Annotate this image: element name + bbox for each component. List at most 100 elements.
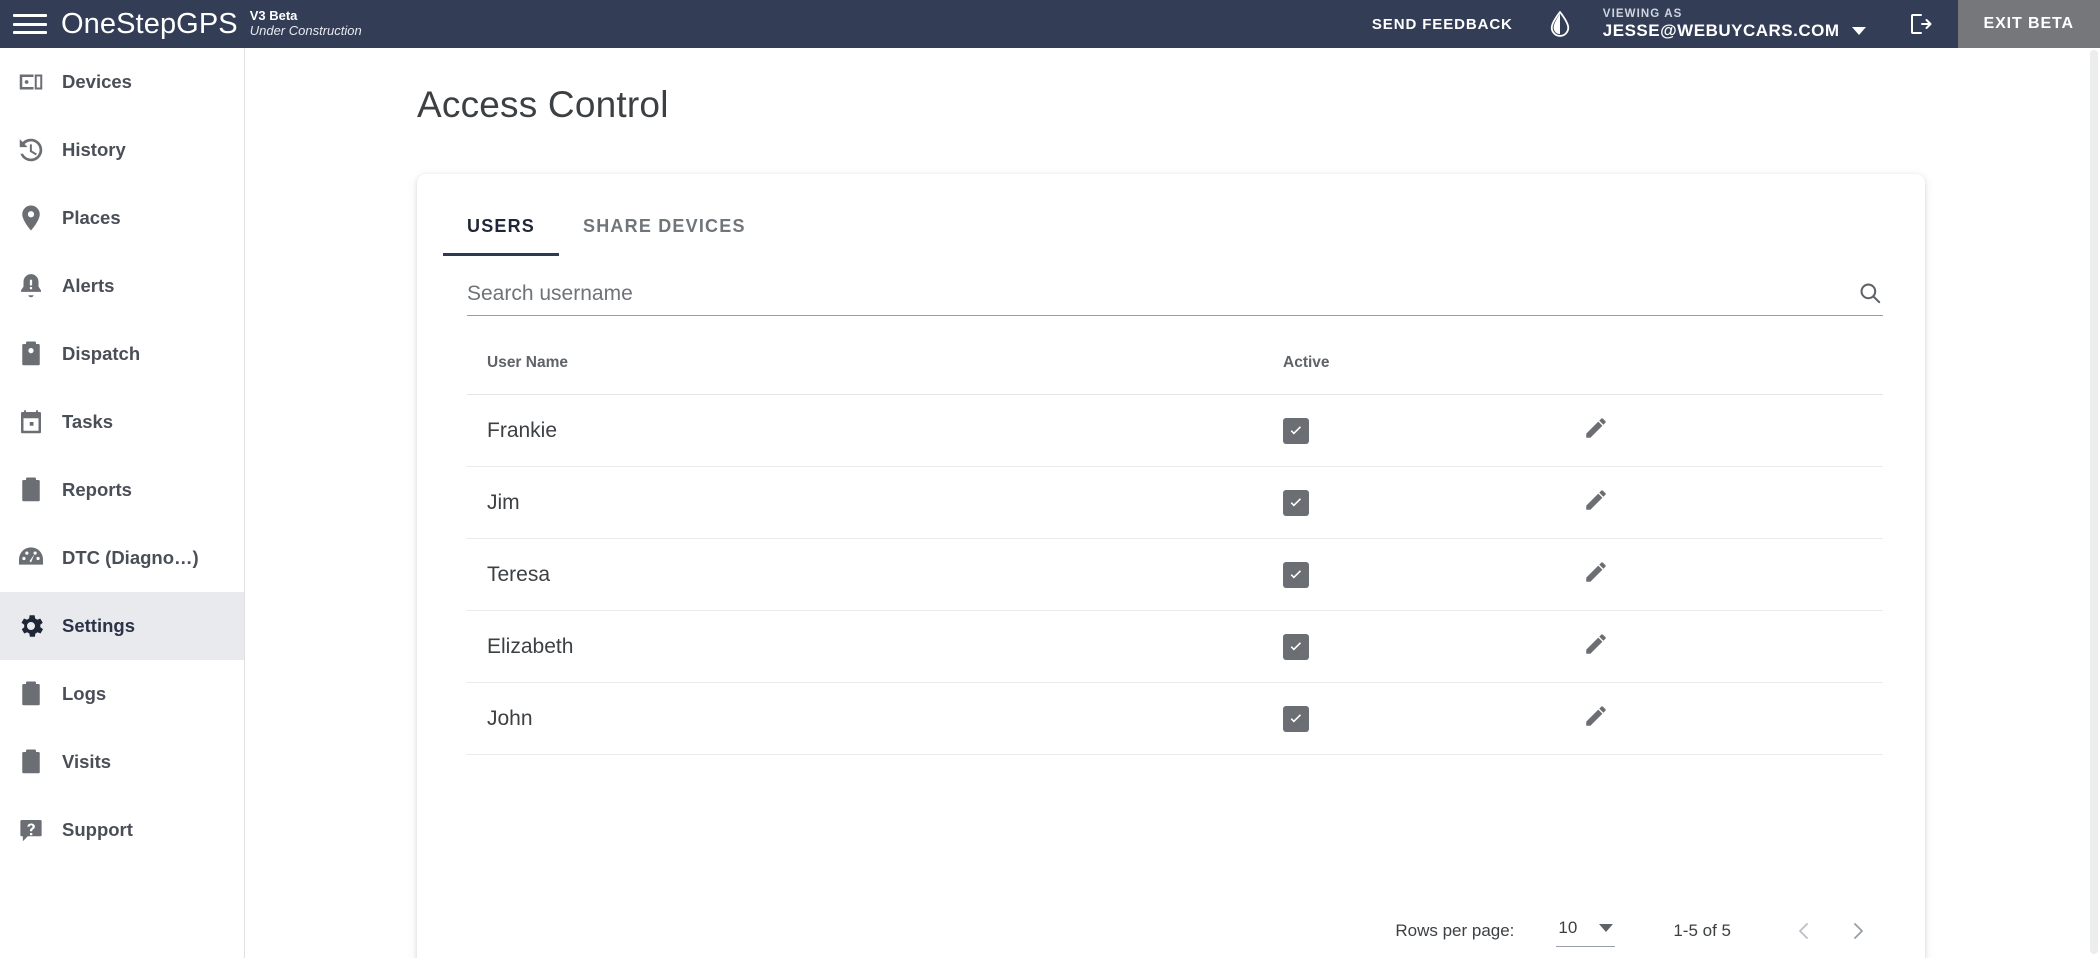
- sidebar-item-label: Devices: [62, 71, 132, 93]
- sidebar-item-dispatch[interactable]: Dispatch: [0, 320, 244, 388]
- sidebar-item-label: Support: [62, 819, 133, 841]
- viewing-as-email: JESSE@WEBUYCARS.COM: [1603, 21, 1840, 41]
- sidebar-item-label: Logs: [62, 683, 106, 705]
- cell-edit: [1583, 611, 1883, 683]
- page-title: Access Control: [417, 84, 2100, 126]
- chevron-down-icon: [1599, 924, 1613, 932]
- rows-per-page-value: 10: [1558, 918, 1577, 938]
- exit-beta-button[interactable]: EXIT BETA: [1958, 0, 2100, 48]
- viewing-as-menu[interactable]: VIEWING AS JESSE@WEBUYCARS.COM: [1591, 8, 1878, 41]
- sidebar-item-label: Reports: [62, 479, 132, 501]
- scrollbar-track[interactable]: [2090, 50, 2098, 954]
- sidebar-item-label: Alerts: [62, 275, 114, 297]
- pencil-edit-icon[interactable]: [1583, 415, 1609, 441]
- table-row[interactable]: Frankie: [467, 395, 1883, 467]
- cell-user-name: John: [467, 683, 1283, 755]
- sidebar-item-history[interactable]: History: [0, 116, 244, 184]
- gear-icon: [0, 611, 62, 641]
- search-field: [467, 280, 1883, 316]
- pagination-controls: Rows per page: 10 1-5 of 5: [1395, 904, 1885, 958]
- logout-icon[interactable]: [1878, 12, 1958, 36]
- sidebar-item-settings[interactable]: Settings: [0, 592, 244, 660]
- contrast-droplet-icon[interactable]: [1529, 11, 1591, 37]
- sidebar-item-label: Settings: [62, 615, 135, 637]
- card-tabs: USERS SHARE DEVICES: [417, 174, 1925, 256]
- column-header-active: Active: [1283, 316, 1583, 395]
- table-row[interactable]: Elizabeth: [467, 611, 1883, 683]
- sidebar-item-places[interactable]: Places: [0, 184, 244, 252]
- sidebar-item-logs[interactable]: Logs: [0, 660, 244, 728]
- tab-share-devices[interactable]: SHARE DEVICES: [559, 204, 770, 256]
- pencil-edit-icon[interactable]: [1583, 703, 1609, 729]
- active-checkbox[interactable]: [1283, 490, 1309, 516]
- column-header-edit: [1583, 316, 1883, 395]
- brand-version: V3 Beta: [250, 9, 362, 24]
- sidebar-item-dtc[interactable]: DTC (Diagno…): [0, 524, 244, 592]
- sidebar-item-tasks[interactable]: Tasks: [0, 388, 244, 456]
- bell-icon: [0, 271, 62, 301]
- tab-users[interactable]: USERS: [443, 204, 559, 256]
- active-checkbox[interactable]: [1283, 562, 1309, 588]
- table-header-row: User Name Active: [467, 316, 1883, 395]
- map-pin-icon: [0, 203, 62, 233]
- search-icon[interactable]: [1845, 280, 1883, 306]
- cell-active: [1283, 395, 1583, 467]
- brand-status: Under Construction: [250, 24, 362, 39]
- sidebar-item-support[interactable]: Support: [0, 796, 244, 864]
- table-row[interactable]: Teresa: [467, 539, 1883, 611]
- cell-active: [1283, 683, 1583, 755]
- sidebar-item-label: DTC (Diagno…): [62, 547, 199, 569]
- pencil-edit-icon[interactable]: [1583, 487, 1609, 513]
- sidebar-item-label: Tasks: [62, 411, 113, 433]
- sidebar-item-visits[interactable]: Visits: [0, 728, 244, 796]
- history-icon: [0, 135, 62, 165]
- sidebar-item-devices[interactable]: Devices: [0, 48, 244, 116]
- sidebar-item-label: History: [62, 139, 126, 161]
- dispatch-icon: [0, 339, 62, 369]
- cell-edit: [1583, 539, 1883, 611]
- help-chat-icon: [0, 815, 62, 845]
- clipboard-icon: [0, 475, 62, 505]
- chevron-right-icon[interactable]: [1831, 904, 1885, 958]
- cell-user-name: Teresa: [467, 539, 1283, 611]
- devices-icon: [0, 67, 62, 97]
- access-control-card: USERS SHARE DEVICES User Name Active: [417, 174, 1925, 958]
- gauge-icon: [0, 542, 62, 574]
- active-checkbox[interactable]: [1283, 706, 1309, 732]
- cell-user-name: Jim: [467, 467, 1283, 539]
- table-row[interactable]: John: [467, 683, 1883, 755]
- active-checkbox[interactable]: [1283, 418, 1309, 444]
- topbar-actions: SEND FEEDBACK VIEWING AS JESSE@WEBUYCARS…: [1356, 0, 2100, 48]
- top-app-bar: OneStepGPS V3 Beta Under Construction SE…: [0, 0, 2100, 48]
- cell-active: [1283, 611, 1583, 683]
- app-brand: OneStepGPS: [61, 8, 238, 41]
- search-input[interactable]: [467, 282, 1845, 306]
- brand-subtitle: V3 Beta Under Construction: [250, 9, 362, 38]
- sidebar-item-label: Dispatch: [62, 343, 140, 365]
- rows-per-page-select[interactable]: 10: [1556, 916, 1615, 947]
- cell-user-name: Frankie: [467, 395, 1283, 467]
- clipboard-icon: [0, 747, 62, 777]
- sidebar-nav: Devices History Places Alerts Dispatch T…: [0, 48, 245, 958]
- hamburger-menu-icon[interactable]: [13, 11, 47, 37]
- cell-edit: [1583, 395, 1883, 467]
- sidebar-item-reports[interactable]: Reports: [0, 456, 244, 524]
- calendar-icon: [0, 407, 62, 437]
- cell-edit: [1583, 467, 1883, 539]
- sidebar-item-alerts[interactable]: Alerts: [0, 252, 244, 320]
- clipboard-icon: [0, 679, 62, 709]
- column-header-user-name: User Name: [467, 316, 1283, 395]
- vertical-scrollbar[interactable]: [2087, 48, 2100, 958]
- active-checkbox[interactable]: [1283, 634, 1309, 660]
- pencil-edit-icon[interactable]: [1583, 631, 1609, 657]
- pagination-range: 1-5 of 5: [1673, 921, 1731, 941]
- table-row[interactable]: Jim: [467, 467, 1883, 539]
- sidebar-item-label: Visits: [62, 751, 111, 773]
- send-feedback-button[interactable]: SEND FEEDBACK: [1356, 16, 1529, 33]
- chevron-left-icon[interactable]: [1777, 904, 1831, 958]
- pencil-edit-icon[interactable]: [1583, 559, 1609, 585]
- rows-per-page-label: Rows per page:: [1395, 921, 1514, 941]
- cell-edit: [1583, 683, 1883, 755]
- main-content: Access Control USERS SHARE DEVICES User …: [245, 48, 2100, 958]
- users-table: User Name Active Frankie: [467, 316, 1883, 755]
